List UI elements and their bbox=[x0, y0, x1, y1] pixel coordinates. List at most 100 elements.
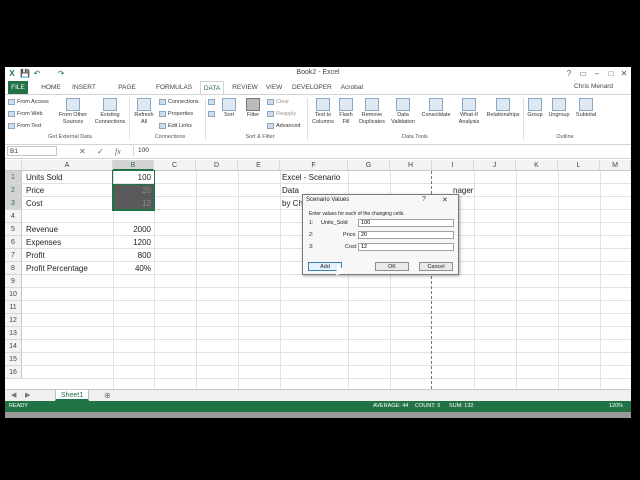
cell-b7[interactable]: 800 bbox=[113, 249, 151, 262]
remove-duplicates-button[interactable]: Remove Duplicates bbox=[357, 98, 387, 125]
column-header-d[interactable]: D bbox=[196, 160, 238, 171]
column-header-f[interactable]: F bbox=[280, 160, 348, 171]
cell-a3[interactable]: Cost bbox=[26, 197, 42, 210]
cell-f3[interactable]: by Ch bbox=[282, 197, 303, 210]
text-to-columns-button[interactable]: Text to Columns bbox=[310, 98, 336, 125]
confirm-entry-icon[interactable]: ✓ bbox=[97, 146, 104, 157]
column-header-e[interactable]: E bbox=[238, 160, 280, 171]
close-button[interactable]: ✕ bbox=[618, 68, 630, 79]
sort-za-button[interactable] bbox=[208, 110, 217, 119]
cell-b2[interactable]: 20 bbox=[113, 184, 151, 197]
select-all-corner[interactable] bbox=[5, 160, 22, 171]
row-header-11[interactable]: 11 bbox=[5, 301, 22, 314]
existing-connections-button[interactable]: Existing Connections bbox=[93, 98, 127, 125]
row-header-2[interactable]: 2 bbox=[5, 184, 22, 197]
sort-az-button[interactable] bbox=[208, 98, 217, 107]
cell-b1[interactable]: 100 bbox=[113, 171, 151, 184]
column-header-a[interactable]: A bbox=[22, 160, 113, 171]
advanced-button[interactable]: Advanced bbox=[267, 122, 300, 131]
cell-b6[interactable]: 1200 bbox=[113, 236, 151, 249]
name-box[interactable]: B1 bbox=[7, 146, 57, 156]
cell-b3[interactable]: 12 bbox=[113, 197, 151, 210]
row-header-12[interactable]: 12 bbox=[5, 314, 22, 327]
sheet-scroll-left-icon[interactable]: ◀ bbox=[11, 390, 16, 401]
row-header-10[interactable]: 10 bbox=[5, 288, 22, 301]
tab-insert[interactable]: INSERT bbox=[71, 81, 97, 94]
connections-button[interactable]: Connections bbox=[159, 98, 199, 107]
data-validation-button[interactable]: Data Validation bbox=[389, 98, 417, 125]
properties-button[interactable]: Properties bbox=[159, 110, 193, 119]
column-header-c[interactable]: C bbox=[154, 160, 196, 171]
cell-a2[interactable]: Price bbox=[26, 184, 44, 197]
row-header-8[interactable]: 8 bbox=[5, 262, 22, 275]
column-header-g[interactable]: G bbox=[348, 160, 390, 171]
new-sheet-icon[interactable]: ⊕ bbox=[104, 390, 111, 401]
tab-formulas[interactable]: FORMULAS bbox=[156, 81, 192, 94]
tab-developer[interactable]: DEVELOPER bbox=[292, 81, 332, 94]
group-button[interactable]: Group bbox=[525, 98, 545, 119]
user-name[interactable]: Chris Menard bbox=[574, 83, 613, 90]
from-other-sources-button[interactable]: From Other Sources bbox=[55, 98, 91, 125]
reapply-button[interactable]: Reapply bbox=[267, 110, 296, 119]
sort-button[interactable]: Sort bbox=[219, 98, 239, 119]
tab-page-layout[interactable]: PAGE LAYOUT bbox=[105, 81, 149, 104]
row-header-3[interactable]: 3 bbox=[5, 197, 22, 210]
edit-links-button[interactable]: Edit Links bbox=[159, 122, 192, 131]
row-header-7[interactable]: 7 bbox=[5, 249, 22, 262]
from-access-button[interactable]: From Access bbox=[8, 98, 49, 107]
row-header-14[interactable]: 14 bbox=[5, 340, 22, 353]
tab-view[interactable]: VIEW bbox=[264, 81, 284, 94]
row-header-13[interactable]: 13 bbox=[5, 327, 22, 340]
consolidate-button[interactable]: Consolidate bbox=[419, 98, 453, 119]
dialog-close-button[interactable]: ✕ bbox=[442, 196, 448, 204]
minimize-button[interactable]: – bbox=[591, 68, 603, 79]
cell-b8[interactable]: 40% bbox=[113, 262, 151, 275]
tab-acrobat[interactable]: Acrobat bbox=[337, 81, 367, 94]
column-header-i[interactable]: I bbox=[432, 160, 474, 171]
cell-a8[interactable]: Profit Percentage bbox=[26, 262, 88, 275]
ribbon-display-button[interactable]: ▭ bbox=[577, 68, 589, 79]
tab-data[interactable]: DATA bbox=[200, 81, 224, 94]
what-if-analysis-button[interactable]: What-If Analysis bbox=[455, 98, 483, 125]
from-web-button[interactable]: From Web bbox=[8, 110, 43, 119]
maximize-button[interactable]: □ bbox=[605, 68, 617, 79]
cancel-button[interactable]: Cancel bbox=[419, 262, 453, 271]
cell-a1[interactable]: Units Sold bbox=[26, 171, 62, 184]
row-header-16[interactable]: 16 bbox=[5, 366, 22, 379]
sheet-tab-sheet1[interactable]: Sheet1 bbox=[55, 390, 89, 401]
row-header-9[interactable]: 9 bbox=[5, 275, 22, 288]
price-input[interactable] bbox=[358, 231, 454, 239]
row-header-6[interactable]: 6 bbox=[5, 236, 22, 249]
refresh-all-button[interactable]: Refresh All bbox=[131, 98, 157, 125]
row-header-15[interactable]: 15 bbox=[5, 353, 22, 366]
cancel-entry-icon[interactable]: ✕ bbox=[79, 146, 86, 157]
cell-a6[interactable]: Expenses bbox=[26, 236, 61, 249]
row-header-4[interactable]: 4 bbox=[5, 210, 22, 223]
row-header-5[interactable]: 5 bbox=[5, 223, 22, 236]
dialog-help-button[interactable]: ? bbox=[422, 196, 426, 203]
from-text-button[interactable]: From Text bbox=[8, 122, 41, 131]
relationships-button[interactable]: Relationships bbox=[485, 98, 521, 119]
cost-input[interactable] bbox=[358, 243, 454, 251]
cell-a7[interactable]: Profit bbox=[26, 249, 45, 262]
row-header-1[interactable]: 1 bbox=[5, 171, 22, 184]
zoom-level[interactable]: 120% bbox=[609, 401, 623, 412]
units-sold-input[interactable] bbox=[358, 219, 454, 227]
flash-fill-button[interactable]: Flash Fill bbox=[337, 98, 355, 125]
column-header-h[interactable]: H bbox=[390, 160, 432, 171]
cell-f1[interactable]: Excel - Scenario bbox=[282, 171, 340, 184]
tab-file[interactable]: FILE bbox=[8, 81, 28, 94]
tab-review[interactable]: REVIEW bbox=[231, 81, 259, 94]
cell-f2[interactable]: Data bbox=[282, 184, 299, 197]
subtotal-button[interactable]: Subtotal bbox=[573, 98, 599, 119]
column-header-l[interactable]: L bbox=[558, 160, 600, 171]
formula-input[interactable]: 100 bbox=[133, 146, 628, 156]
column-header-k[interactable]: K bbox=[516, 160, 558, 171]
clear-button[interactable]: Clear bbox=[267, 98, 289, 107]
ok-button[interactable]: OK bbox=[375, 262, 409, 271]
help-button[interactable]: ? bbox=[563, 68, 575, 79]
cell-a5[interactable]: Revenue bbox=[26, 223, 58, 236]
column-header-m[interactable]: M bbox=[600, 160, 631, 171]
ungroup-button[interactable]: Ungroup bbox=[546, 98, 572, 119]
column-header-j[interactable]: J bbox=[474, 160, 516, 171]
